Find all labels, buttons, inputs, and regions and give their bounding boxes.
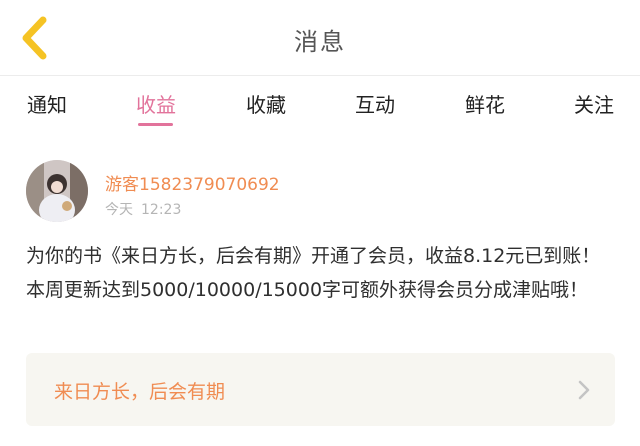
tab-bar: 通知 收益 收藏 互动 鲜花 关注 (0, 77, 640, 135)
tab-interactions[interactable]: 互动 (355, 89, 395, 118)
message-time: 12:23 (141, 202, 182, 218)
tab-earnings[interactable]: 收益 (136, 89, 176, 118)
tab-flowers[interactable]: 鲜花 (465, 89, 505, 118)
tab-favorites[interactable]: 收藏 (246, 89, 286, 118)
page-title: 消息 (294, 28, 346, 56)
sender-name[interactable]: 游客1582379070692 (105, 170, 280, 195)
message-body: 为你的书《来日方长，后会有期》开通了会员，收益8.12元已到账！本周更新达到50… (26, 245, 601, 301)
active-tab-indicator (138, 123, 173, 126)
chevron-right-icon (578, 380, 590, 400)
avatar[interactable] (26, 160, 88, 222)
message-date: 今天 (105, 202, 133, 218)
book-title: 来日方长，后会有期 (54, 381, 226, 403)
message-timestamp: 今天 12:23 (105, 199, 181, 219)
book-link-card[interactable]: 来日方长，后会有期 (26, 353, 615, 426)
tab-following[interactable]: 关注 (574, 89, 614, 118)
header-bar: 消息 (0, 0, 640, 76)
tab-notifications[interactable]: 通知 (27, 89, 67, 118)
